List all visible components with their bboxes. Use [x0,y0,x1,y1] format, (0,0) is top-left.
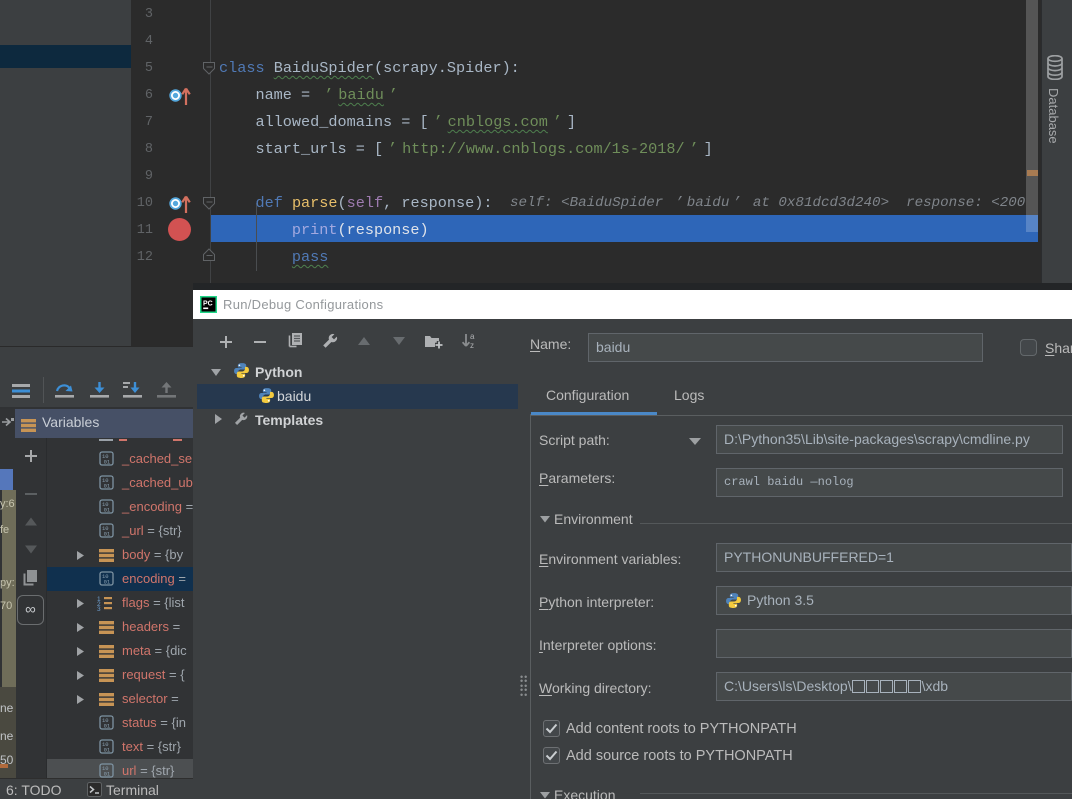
svg-text:3: 3 [97,606,101,611]
svg-text:01: 01 [104,483,111,490]
svg-text:a: a [470,332,475,341]
svg-text:01: 01 [104,723,111,730]
svg-text:PC: PC [203,301,213,308]
svg-text:01: 01 [104,459,111,466]
svg-text:z: z [470,341,474,350]
svg-text:01: 01 [104,771,111,778]
svg-text:01: 01 [104,531,111,538]
svg-text:01: 01 [104,747,111,754]
svg-text:01: 01 [104,579,111,586]
svg-text:01: 01 [104,507,111,514]
